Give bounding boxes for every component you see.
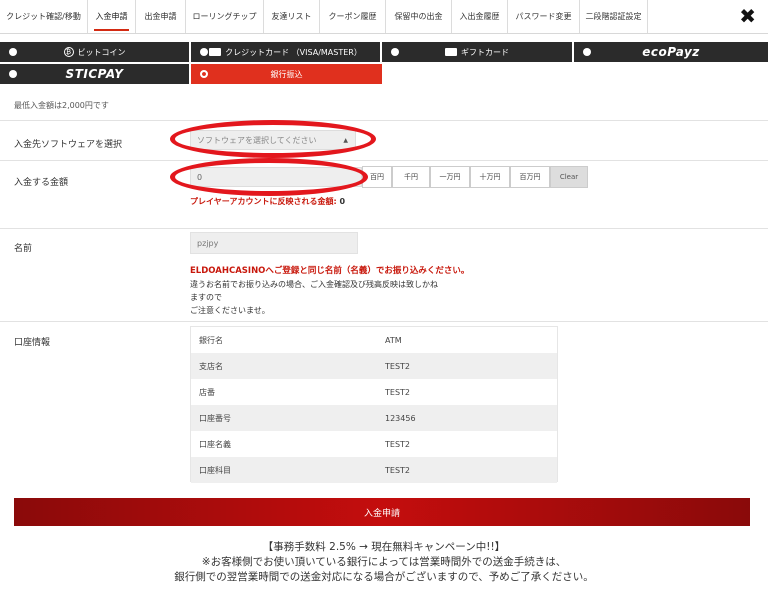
- name-warning: ELDOAHCASINOへご登録と同じ名前（名義）でお振り込みください。: [190, 266, 470, 276]
- tab-two-factor-settings[interactable]: 二段階認証設定: [580, 0, 648, 33]
- quick-hundred-thousand-yen-button[interactable]: 十万円: [470, 166, 510, 188]
- method-gift-card[interactable]: ギフトカード: [382, 42, 572, 62]
- footer-line: 銀行側での翌営業時間での送金対応になる場合がございますので、予めご了承ください。: [174, 571, 594, 583]
- software-label: 入金先ソフトウェアを選択: [14, 140, 123, 150]
- tab-deposit-request[interactable]: 入金申請: [88, 0, 136, 33]
- method-credit-card[interactable]: クレジットカード （VISA/MASTER）: [191, 42, 380, 62]
- bank-key: 店番: [199, 387, 215, 397]
- bank-value: TEST2: [385, 439, 410, 449]
- table-row: 支店名 TEST2: [191, 353, 557, 379]
- deposit-submit-button[interactable]: 入金申請: [14, 498, 750, 526]
- footer-notice: 【事務手数料 2.5% → 現在無料キャンペーン中!!】 ※お客様側でお使い頂い…: [0, 540, 768, 585]
- footer-line: 【事務手数料 2.5% → 現在無料キャンペーン中!!】: [262, 541, 506, 553]
- table-row: 口座名義 TEST2: [191, 431, 557, 457]
- table-row: 口座科目 TEST2: [191, 457, 557, 483]
- gift-card-icon: [445, 48, 457, 56]
- table-row: 銀行名 ATM: [191, 327, 557, 353]
- ecopayz-logo: ecoPayz: [642, 45, 700, 59]
- bank-key: 口座名義: [199, 439, 231, 449]
- method-credit-card-content: クレジットカード （VISA/MASTER）: [191, 42, 380, 62]
- tab-coupon-history[interactable]: クーポン履歴: [320, 0, 386, 33]
- method-bitcoin-content: ₿ ビットコイン: [0, 42, 189, 62]
- bank-info-table: 銀行名 ATM 支店名 TEST2 店番 TEST2 口座番号 123456 口…: [190, 326, 558, 483]
- divider: [0, 120, 768, 121]
- name-value: pzjpy: [197, 238, 219, 248]
- table-row: 店番 TEST2: [191, 379, 557, 405]
- bank-key: 支店名: [199, 361, 223, 371]
- method-bank-transfer-content: 銀行振込: [191, 64, 382, 84]
- quick-ten-thousand-yen-button[interactable]: 一万円: [430, 166, 470, 188]
- bank-key: 口座番号: [199, 413, 231, 423]
- bank-value: ATM: [385, 335, 402, 345]
- bank-value: TEST2: [385, 387, 410, 397]
- name-label: 名前: [14, 244, 33, 254]
- bank-value: 123456: [385, 413, 416, 423]
- method-sticpay[interactable]: STICPAY: [0, 64, 189, 84]
- bank-value: TEST2: [385, 361, 410, 371]
- payment-method-grid: ₿ ビットコイン クレジットカード （VISA/MASTER） ギフトカード e…: [0, 42, 768, 84]
- divider: [0, 321, 768, 322]
- bitcoin-icon: ₿: [63, 47, 74, 57]
- method-gift-card-content: ギフトカード: [382, 42, 572, 62]
- tab-pending-withdrawals[interactable]: 保留中の出金: [386, 0, 452, 33]
- method-sticpay-content: STICPAY: [0, 64, 189, 84]
- tab-friend-list[interactable]: 友達リスト: [264, 0, 320, 33]
- bank-key: 銀行名: [199, 335, 223, 345]
- tab-bar: クレジット確認/移動 入金申請 出金申請 ローリングチップ 友達リスト クーポン…: [0, 0, 768, 34]
- method-ecopayz[interactable]: ecoPayz: [574, 42, 768, 62]
- bank-info-label: 口座情報: [14, 338, 51, 348]
- tab-credit-check[interactable]: クレジット確認/移動: [0, 0, 88, 33]
- sticpay-logo: STICPAY: [65, 67, 124, 81]
- footer-line: ※お客様側でお使い頂いている銀行によっては営業時間外での送金手続きは、: [201, 556, 567, 568]
- tab-password-change[interactable]: パスワード変更: [508, 0, 580, 33]
- tab-rolling-chip[interactable]: ローリングチップ: [186, 0, 264, 33]
- close-icon[interactable]: ✖: [739, 6, 756, 26]
- name-notice: 違うお名前でお振り込みの場合、ご入金確認及び残高反映は致しかね ますので ご注意…: [190, 278, 490, 317]
- tab-withdraw-request[interactable]: 出金申請: [136, 0, 186, 33]
- clear-amount-button[interactable]: Clear: [550, 166, 588, 188]
- min-deposit-note: 最低入金額は2,000円です: [14, 101, 109, 110]
- method-bank-transfer-label: 銀行振込: [270, 69, 303, 79]
- name-notice-line: ますので: [190, 293, 222, 302]
- method-bitcoin-label: ビットコイン: [77, 47, 126, 57]
- amount-label: 入金する金額: [14, 178, 69, 188]
- name-field: pzjpy: [190, 232, 358, 254]
- method-credit-card-label: クレジットカード （VISA/MASTER）: [225, 47, 362, 57]
- quick-million-yen-button[interactable]: 百万円: [510, 166, 550, 188]
- credit-card-icon: [209, 48, 222, 56]
- method-bitcoin[interactable]: ₿ ビットコイン: [0, 42, 189, 62]
- bank-value: TEST2: [385, 465, 410, 475]
- reflected-amount-value: 0: [339, 197, 346, 206]
- tab-transaction-history[interactable]: 入出金履歴: [452, 0, 508, 33]
- name-notice-line: ご注意くださいませ。: [190, 306, 270, 315]
- highlight-ring: [170, 120, 376, 158]
- name-notice-line: 違うお名前でお振り込みの場合、ご入金確認及び残高反映は致しかね: [190, 280, 438, 289]
- reflected-amount-label: プレイヤーアカウントに反映される金額:: [190, 197, 337, 206]
- highlight-ring: [170, 158, 368, 196]
- reflected-amount: プレイヤーアカウントに反映される金額: 0: [190, 196, 345, 207]
- quick-thousand-yen-button[interactable]: 千円: [392, 166, 430, 188]
- method-gift-card-label: ギフトカード: [461, 47, 509, 57]
- bank-key: 口座科目: [199, 465, 231, 475]
- divider: [0, 160, 768, 161]
- divider: [0, 228, 768, 229]
- table-row: 口座番号 123456: [191, 405, 557, 431]
- method-ecopayz-content: ecoPayz: [574, 42, 768, 62]
- method-bank-transfer[interactable]: 銀行振込: [191, 64, 382, 84]
